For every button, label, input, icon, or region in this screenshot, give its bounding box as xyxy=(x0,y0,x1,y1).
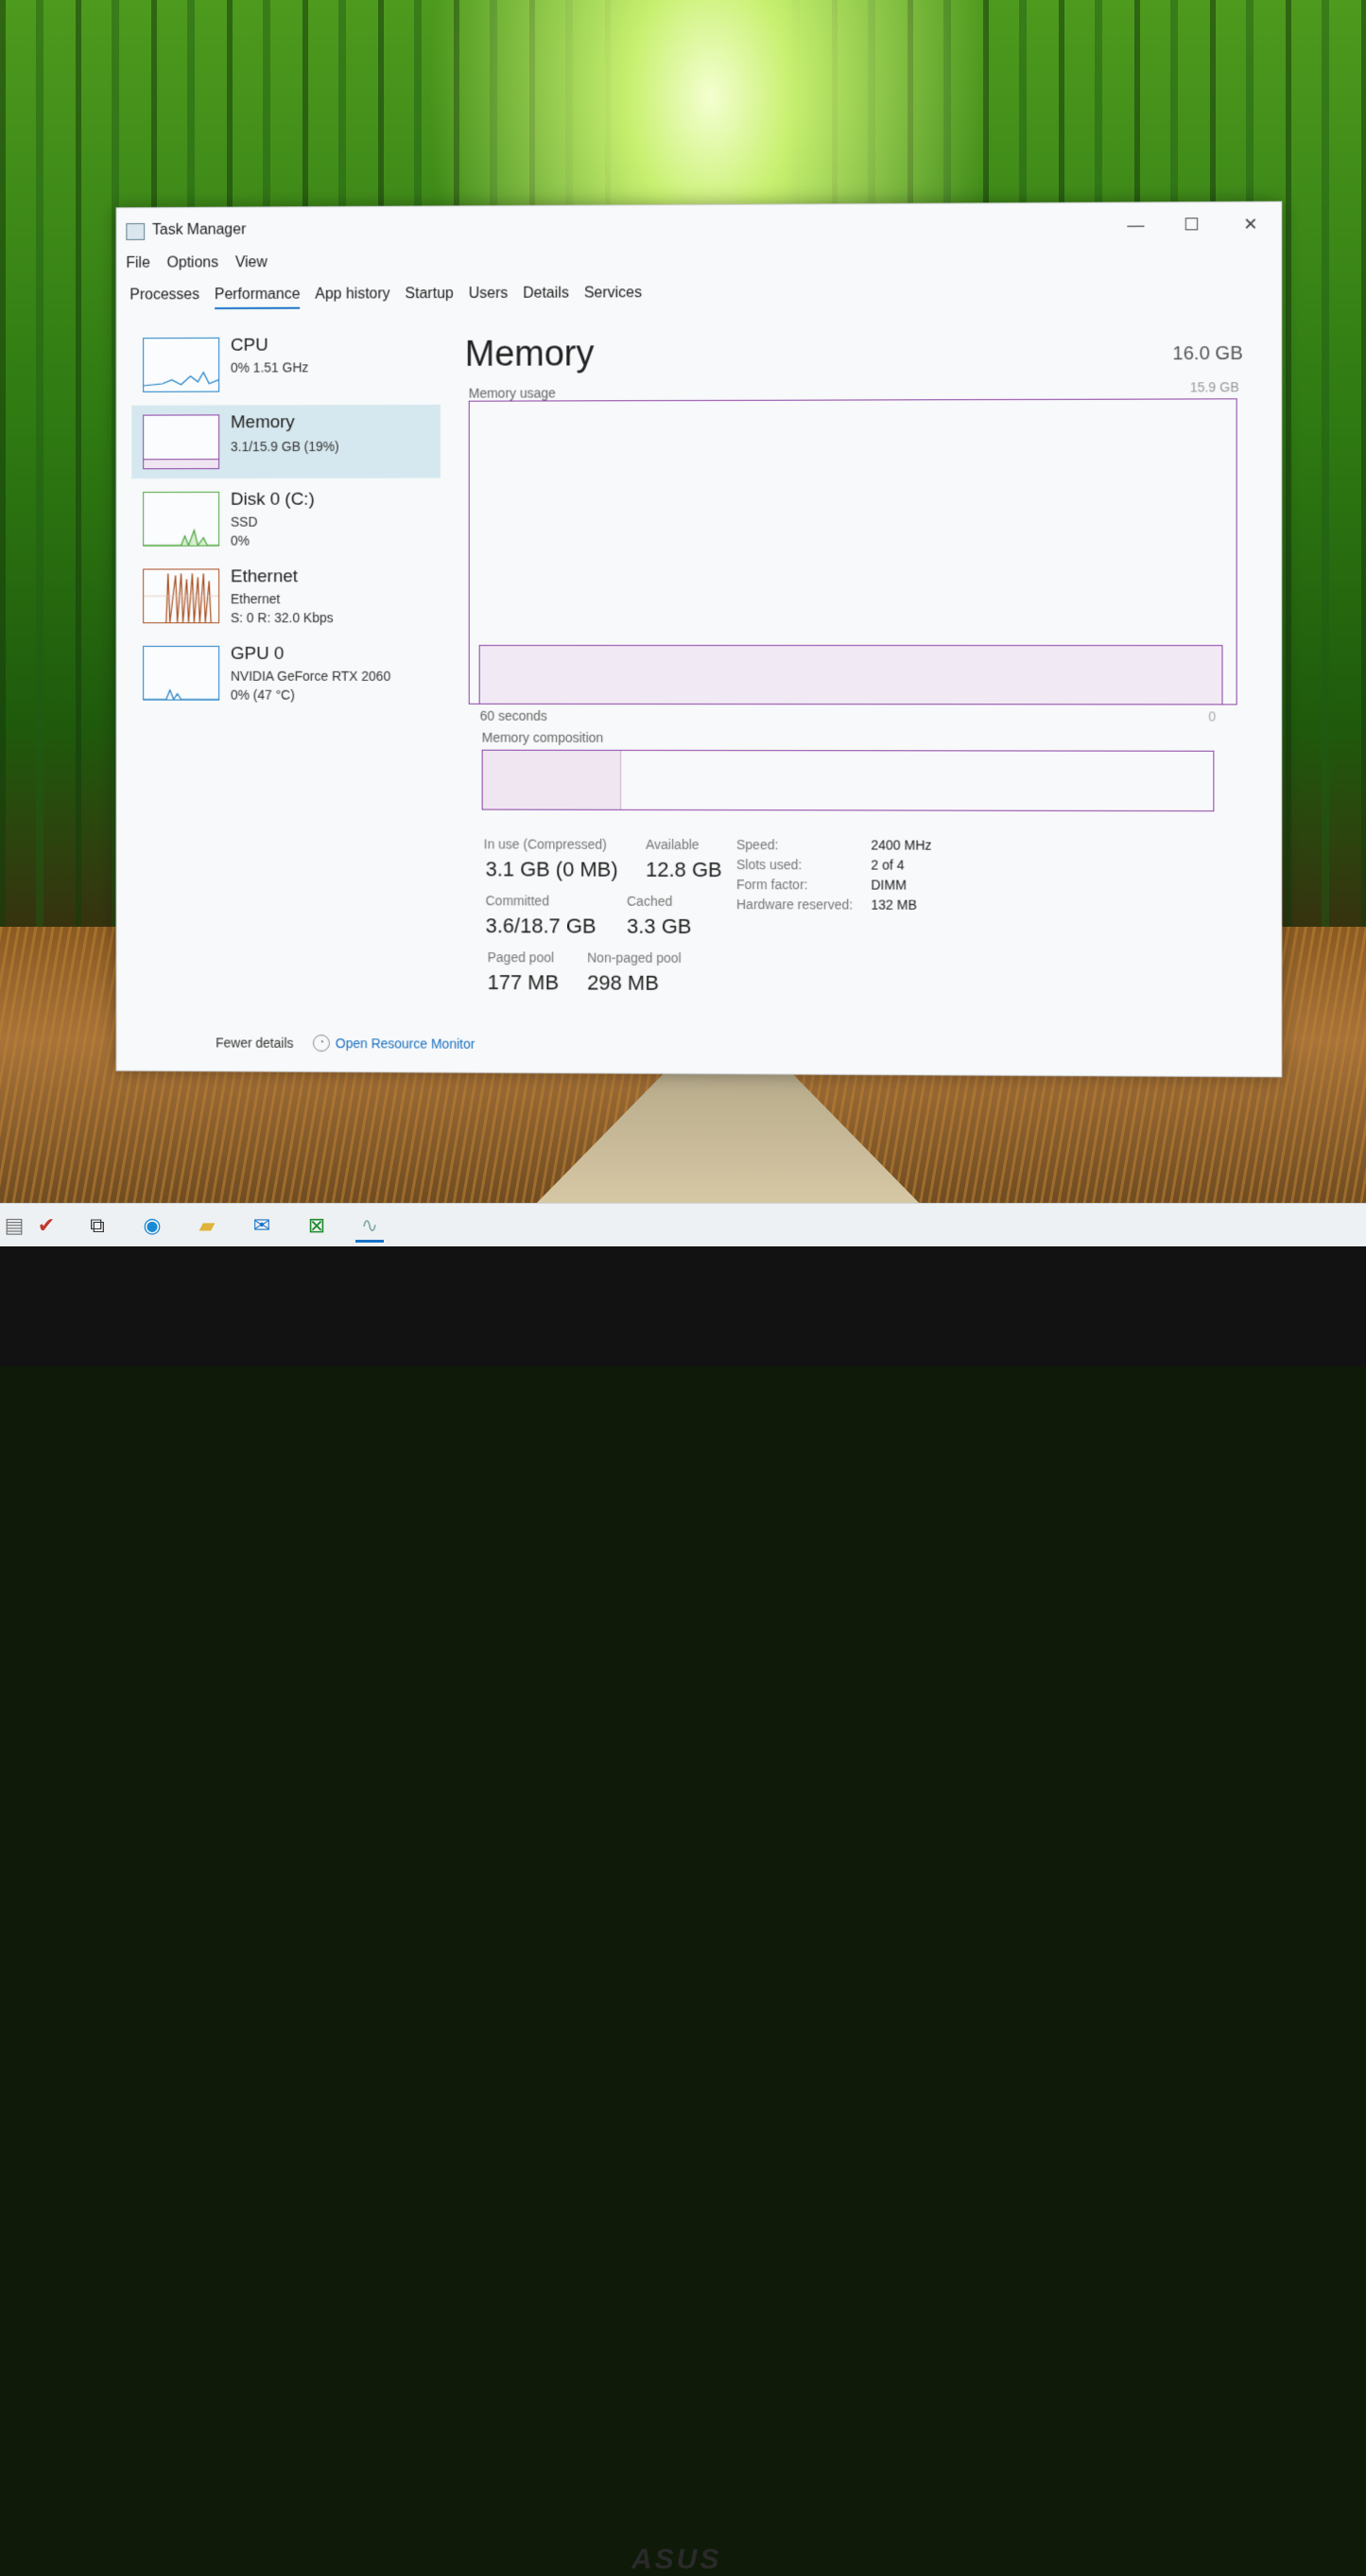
sidebar-gpu-usage: 0% (47 °C) xyxy=(231,688,295,703)
resource-sidebar: CPU 0% 1.51 GHz Memory 3.1/15.9 GB (19%)… xyxy=(131,327,441,714)
gpu-mini-graph xyxy=(143,646,219,701)
close-button[interactable]: ✕ xyxy=(1232,210,1271,238)
fewer-details-button[interactable]: Fewer details xyxy=(216,1036,293,1051)
title-bar[interactable]: Task Manager — ☐ ✕ xyxy=(117,202,1282,252)
open-resource-monitor-link[interactable]: Open Resource Monitor xyxy=(336,1036,476,1052)
sidebar-item-disk[interactable]: Disk 0 (C:) SSD 0% xyxy=(131,482,441,556)
sidebar-ethernet-adapter: Ethernet xyxy=(231,591,280,606)
cached-label: Cached xyxy=(627,894,672,909)
sidebar-cpu-usage: 0% 1.51 GHz xyxy=(231,359,308,374)
form-factor-value: DIMM xyxy=(871,878,906,893)
menu-view[interactable]: View xyxy=(235,254,268,275)
graph-time-right: 0 xyxy=(1208,708,1216,723)
memory-usage-max: 15.9 GB xyxy=(1190,379,1239,394)
cpu-mini-graph xyxy=(143,338,219,392)
sidebar-gpu-model: NVIDIA GeForce RTX 2060 xyxy=(231,669,390,684)
tab-users[interactable]: Users xyxy=(469,286,509,308)
mail-icon[interactable]: ✉ xyxy=(248,1211,276,1240)
xbox-icon[interactable]: ⊠ xyxy=(303,1211,331,1240)
sidebar-gpu-name: GPU 0 xyxy=(231,644,284,665)
sidebar-item-ethernet[interactable]: Ethernet Ethernet S: 0 R: 32.0 Kbps xyxy=(131,559,441,633)
sidebar-ethernet-name: Ethernet xyxy=(231,566,298,587)
window-title: Task Manager xyxy=(152,221,246,238)
available-value: 12.8 GB xyxy=(646,858,722,882)
non-paged-pool-value: 298 MB xyxy=(587,971,659,996)
notepad-icon[interactable]: ▤ xyxy=(0,1211,28,1240)
checklist-icon[interactable]: ✔ xyxy=(32,1211,61,1240)
cached-value: 3.3 GB xyxy=(627,914,691,939)
file-explorer-icon[interactable]: ▰ xyxy=(193,1211,221,1240)
disk-mini-graph xyxy=(143,492,219,547)
task-manager-window: Task Manager — ☐ ✕ File Options View Pro… xyxy=(116,201,1283,1078)
memory-composition-label: Memory composition xyxy=(482,730,604,745)
monitor-bezel: ASUS xyxy=(0,1246,1366,1366)
tab-performance[interactable]: Performance xyxy=(215,287,301,309)
paged-pool-value: 177 MB xyxy=(488,970,559,995)
taskmanager-icon[interactable]: ∿ xyxy=(355,1211,384,1243)
sidebar-disk-name: Disk 0 (C:) xyxy=(231,490,315,511)
ethernet-mini-graph xyxy=(143,568,219,623)
maximize-button[interactable]: ☐ xyxy=(1172,210,1210,238)
resource-monitor-icon: ◔ xyxy=(313,1035,330,1052)
slots-used-label: Slots used: xyxy=(736,857,802,872)
task-view-icon[interactable]: ⧉ xyxy=(83,1211,112,1240)
sidebar-cpu-name: CPU xyxy=(231,336,268,357)
minimize-button[interactable]: — xyxy=(1116,210,1154,238)
menu-file[interactable]: File xyxy=(126,255,149,276)
edge-icon[interactable]: ◉ xyxy=(138,1211,166,1240)
paged-pool-label: Paged pool xyxy=(488,949,555,965)
committed-label: Committed xyxy=(486,893,549,908)
hardware-reserved-label: Hardware reserved: xyxy=(736,896,853,912)
task-manager-app-icon xyxy=(126,223,145,240)
tab-startup[interactable]: Startup xyxy=(406,286,454,308)
form-factor-label: Form factor: xyxy=(736,877,808,892)
sidebar-disk-type: SSD xyxy=(231,514,257,530)
menu-bar: File Options View xyxy=(126,254,267,276)
memory-usage-label: Memory usage xyxy=(469,385,556,400)
tab-services[interactable]: Services xyxy=(584,285,642,307)
tab-processes[interactable]: Processes xyxy=(130,287,199,309)
taskbar: ▤ ✔ ⧉ ◉ ▰ ✉ ⊠ ∿ xyxy=(0,1203,1366,1247)
total-memory: 16.0 GB xyxy=(1172,343,1242,365)
page-title: Memory xyxy=(465,334,595,374)
sidebar-ethernet-throughput: S: 0 R: 32.0 Kbps xyxy=(231,610,334,625)
committed-value: 3.6/18.7 GB xyxy=(486,914,597,938)
monitor-brand-logo: ASUS xyxy=(631,2544,721,2576)
memory-usage-fill xyxy=(479,645,1223,704)
slots-used-value: 2 of 4 xyxy=(871,857,904,872)
memory-mini-graph xyxy=(143,414,219,469)
in-use-label: In use (Compressed) xyxy=(484,836,607,851)
hardware-reserved-value: 132 MB xyxy=(871,897,916,913)
tab-app-history[interactable]: App history xyxy=(315,286,389,308)
speed-value: 2400 MHz xyxy=(871,837,931,852)
tab-bar: Processes Performance App history Startu… xyxy=(130,285,642,309)
sidebar-item-memory[interactable]: Memory 3.1/15.9 GB (19%) xyxy=(131,405,441,479)
composition-in-use xyxy=(483,751,622,809)
speed-label: Speed: xyxy=(736,837,778,852)
menu-options[interactable]: Options xyxy=(167,254,218,275)
tab-details[interactable]: Details xyxy=(523,286,569,308)
sidebar-item-gpu[interactable]: GPU 0 NVIDIA GeForce RTX 2060 0% (47 °C) xyxy=(131,636,441,710)
available-label: Available xyxy=(646,837,700,852)
sidebar-memory-name: Memory xyxy=(231,412,295,433)
in-use-value: 3.1 GB (0 MB) xyxy=(486,857,618,881)
memory-composition-bar xyxy=(482,750,1215,811)
sidebar-disk-usage: 0% xyxy=(231,533,250,548)
memory-usage-graph xyxy=(469,398,1237,705)
sidebar-memory-usage: 3.1/15.9 GB (19%) xyxy=(231,439,339,454)
non-paged-pool-label: Non-paged pool xyxy=(587,950,681,966)
sidebar-item-cpu[interactable]: CPU 0% 1.51 GHz xyxy=(131,327,441,402)
graph-time-left: 60 seconds xyxy=(480,708,547,723)
